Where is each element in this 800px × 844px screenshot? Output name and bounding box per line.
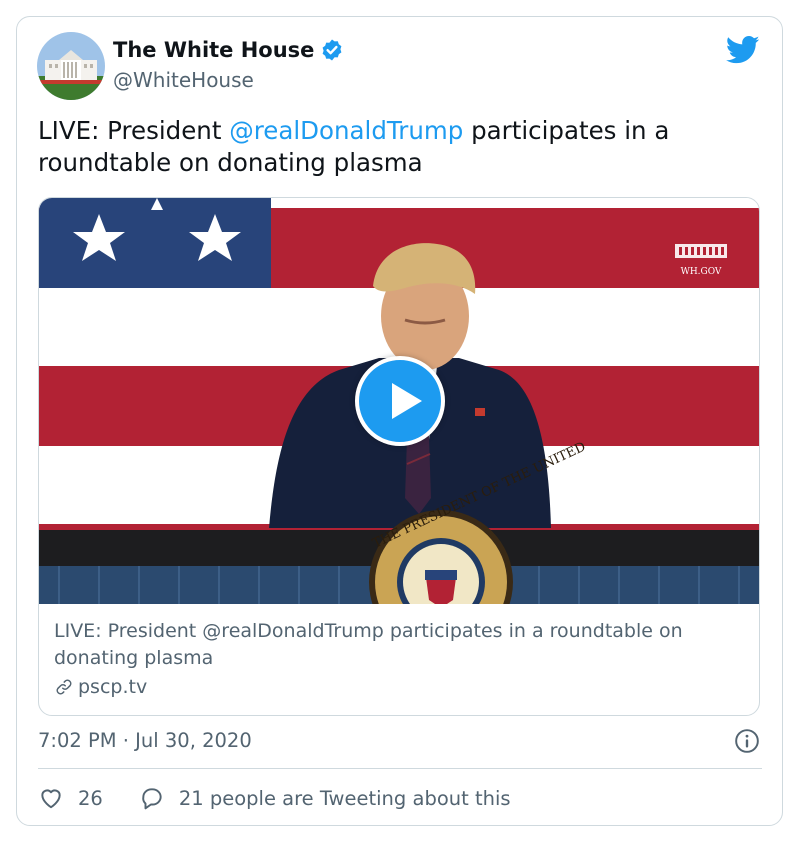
account-name[interactable]: The White House: [113, 38, 314, 62]
link-card[interactable]: THE PRESIDENT OF THE UNITED WH.GOV LIVE:…: [38, 197, 760, 716]
card-domain[interactable]: pscp.tv: [78, 676, 147, 698]
tweet-card[interactable]: The White House @WhiteHouse LIVE: Presid…: [16, 16, 783, 826]
like-button[interactable]: 26: [38, 785, 103, 811]
mention-link[interactable]: @realDonaldTrump: [229, 116, 463, 145]
tweet-text: LIVE: President @realDonaldTrump partici…: [38, 115, 758, 179]
conversation-text: 21 people are Tweeting about this: [178, 786, 511, 810]
tweet-text-prefix: LIVE: President: [38, 116, 230, 145]
verified-badge-icon: [323, 39, 342, 61]
info-icon[interactable]: [734, 728, 760, 754]
tweet-timestamp[interactable]: 7:02 PM · Jul 30, 2020: [38, 729, 252, 752]
play-button-icon[interactable]: [355, 356, 445, 446]
heart-icon: [41, 789, 61, 809]
avatar[interactable]: [37, 32, 105, 100]
account-handle[interactable]: @WhiteHouse: [113, 68, 254, 92]
video-thumbnail[interactable]: THE PRESIDENT OF THE UNITED WH.GOV: [39, 198, 759, 604]
card-title[interactable]: LIVE: President @realDonaldTrump partici…: [54, 618, 744, 672]
white-house-avatar: [37, 32, 105, 100]
like-count: 26: [78, 786, 103, 810]
reply-bubble-icon: [142, 788, 162, 810]
link-icon: [56, 679, 72, 695]
twitter-bird-icon[interactable]: [726, 35, 760, 65]
divider: [38, 768, 762, 769]
conversation-button[interactable]: 21 people are Tweeting about this: [139, 785, 511, 811]
watermark-text: WH.GOV: [681, 267, 722, 277]
